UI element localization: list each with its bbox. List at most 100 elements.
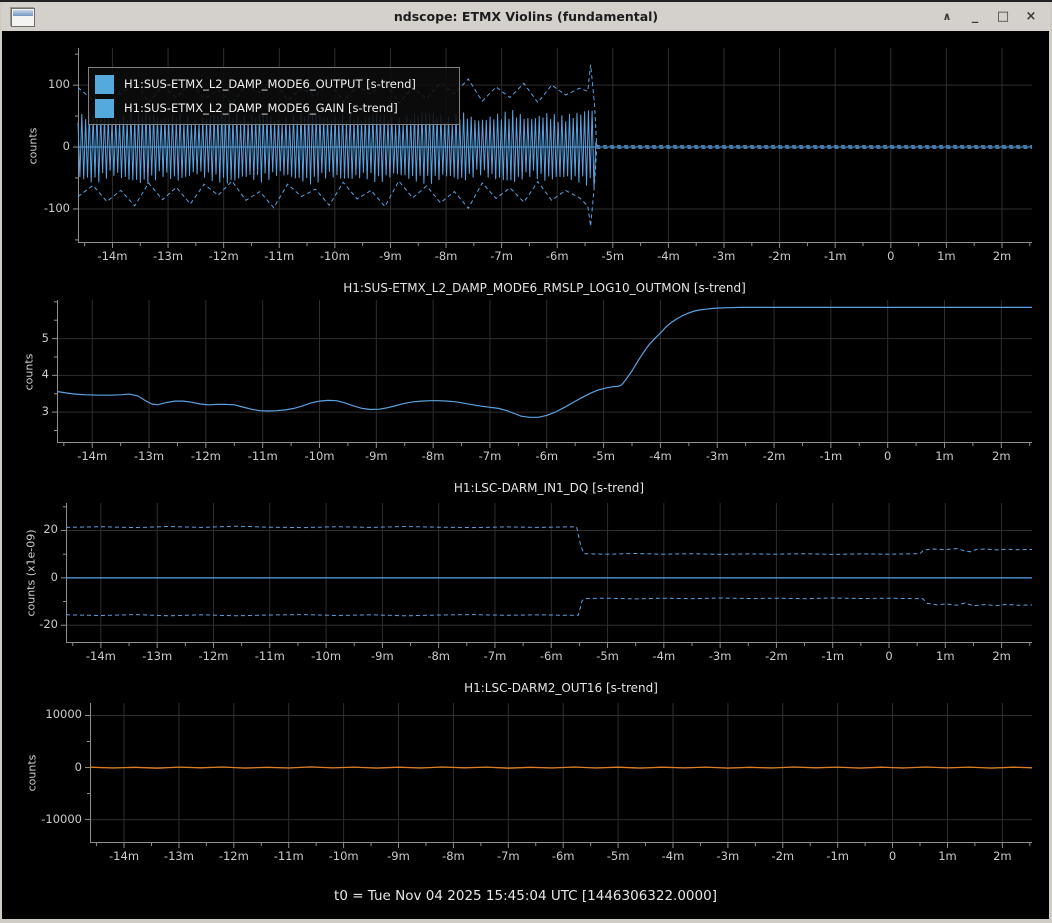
x-tick-label: 2m [978,849,1026,863]
titlebar[interactable]: ndscope: ETMX Violins (fundamental) ∧ _ … [2,2,1050,32]
x-tick-label: 1m [923,849,971,863]
trace-rmslp-log10-outmon-mean [57,307,1032,417]
chart4-title: H1:LSC-DARM2_OUT16 [s-trend] [90,681,1032,695]
x-tick-label: -2m [759,849,807,863]
y-tick-label: 3 [0,404,49,418]
x-tick-label: 1m [921,649,969,663]
x-tick-label: 1m [922,249,970,263]
legend-item-gain: H1:SUS-ETMX_L2_DAMP_MODE6_GAIN [s-trend] [95,96,453,120]
x-tick-label: 0 [867,249,915,263]
x-tick-label: -6m [527,649,575,663]
ndscope-window: ndscope: ETMX Violins (fundamental) ∧ _ … [0,0,1052,923]
x-tick-label: -10m [302,649,350,663]
x-tick-label: -3m [700,249,748,263]
x-tick-label: -9m [352,449,400,463]
legend[interactable]: H1:SUS-ETMX_L2_DAMP_MODE6_OUTPUT [s-tren… [88,67,460,125]
y-tick-label: -10000 [26,812,82,826]
x-tick-label: -5m [594,849,642,863]
y-tick-label: -100 [14,201,70,215]
y-tick-label: 100 [14,77,70,91]
chart2-title: H1:SUS-ETMX_L2_DAMP_MODE6_RMSLP_LOG10_OU… [57,281,1032,295]
x-tick-label: -13m [155,849,203,863]
x-tick-label: -1m [811,249,859,263]
x-tick-label: -7m [471,649,519,663]
x-tick-label: -12m [200,249,248,263]
x-tick-label: -5m [589,249,637,263]
y-tick-label: 0 [2,570,58,584]
x-tick-label: -3m [696,649,744,663]
x-tick-label: 0 [865,649,913,663]
x-tick-label: -6m [539,849,587,863]
x-tick-label: -4m [640,649,688,663]
x-tick-label: -11m [246,649,294,663]
minimize-button[interactable]: _ [964,7,986,27]
x-tick-label: -4m [644,249,692,263]
legend-label: H1:SUS-ETMX_L2_DAMP_MODE6_GAIN [s-trend] [124,101,398,115]
y-tick-label: -20 [2,617,58,631]
legend-swatch-blue-icon [95,99,114,118]
x-tick-label: -9m [375,849,423,863]
y-tick-label: 20 [2,522,58,536]
trace-mode6-output-min [78,148,1032,226]
x-tick-label: -3m [704,849,752,863]
y-tick-label: 0 [14,139,70,153]
plot-grid: H1:SUS-ETMX_L2_DAMP_MODE6_OUTPUT [s-tren… [2,31,1049,919]
x-tick-label: -12m [182,449,230,463]
x-tick-label: -11m [265,849,313,863]
x-tick-label: -11m [239,449,287,463]
x-tick-label: -14m [68,449,116,463]
x-tick-label: -13m [125,449,173,463]
x-tick-label: 2m [978,249,1026,263]
x-tick-label: 0 [869,849,917,863]
plot-area-2[interactable] [57,300,1032,443]
plot-area-3[interactable] [66,503,1032,643]
x-tick-label: 2m [978,649,1026,663]
x-tick-label: -7m [484,849,532,863]
x-tick-label: -2m [750,449,798,463]
x-tick-label: -5m [584,649,632,663]
x-tick-label: -4m [649,849,697,863]
window-controls: ∧ _ □ × [936,2,1042,31]
x-tick-label: -2m [756,249,804,263]
x-tick-label: -10m [296,449,344,463]
x-tick-label: -6m [523,449,571,463]
x-tick-label: -10m [320,849,368,863]
x-tick-label: -13m [144,249,192,263]
x-tick-label: -12m [210,849,258,863]
trace-darm-in1-dq-min [66,598,1032,616]
x-tick-label: -12m [189,649,237,663]
x-tick-label: -1m [807,449,855,463]
x-tick-label: -8m [422,249,470,263]
legend-item-output: H1:SUS-ETMX_L2_DAMP_MODE6_OUTPUT [s-tren… [95,72,453,96]
close-button[interactable]: × [1020,2,1042,31]
shade-button[interactable]: ∧ [936,2,958,31]
x-tick-label: 2m [977,449,1025,463]
legend-swatch-blue-icon [95,75,114,94]
x-tick-label: -2m [752,649,800,663]
x-tick-label: -1m [814,849,862,863]
maximize-button[interactable]: □ [992,2,1014,31]
x-tick-label: -14m [88,249,136,263]
trace-darm2-out16-mean [90,767,1032,768]
x-tick-label: -10m [311,249,359,263]
x-tick-label: -6m [533,249,581,263]
legend-label: H1:SUS-ETMX_L2_DAMP_MODE6_OUTPUT [s-tren… [124,77,416,91]
x-tick-label: -8m [429,849,477,863]
x-tick-label: -9m [358,649,406,663]
x-tick-label: -14m [100,849,148,863]
x-tick-label: 1m [921,449,969,463]
y-tick-label: 4 [0,367,49,381]
y-tick-label: 10000 [26,707,82,721]
x-tick-label: -8m [415,649,463,663]
x-tick-label: -4m [636,449,684,463]
t0-label: t0 = Tue Nov 04 2025 15:45:04 UTC [14463… [2,888,1049,904]
x-tick-label: -3m [693,449,741,463]
x-tick-label: -11m [255,249,303,263]
x-tick-label: -8m [409,449,457,463]
y-tick-label: 5 [0,331,49,345]
x-tick-label: -14m [77,649,125,663]
x-tick-label: -9m [366,249,414,263]
window-title: ndscope: ETMX Violins (fundamental) [2,9,1050,24]
plot-area-4[interactable] [90,703,1032,843]
x-tick-label: -7m [478,249,526,263]
